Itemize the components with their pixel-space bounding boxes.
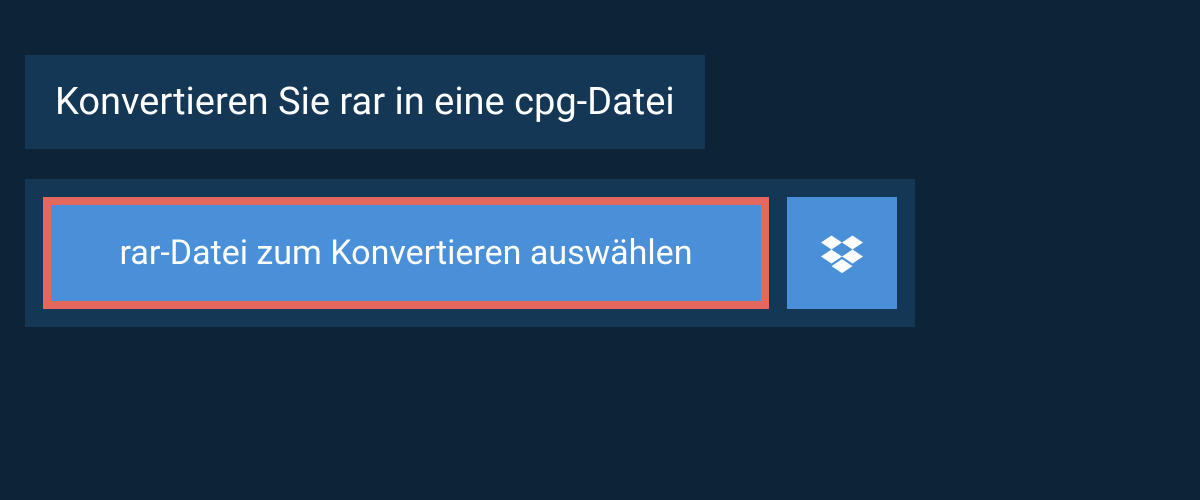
action-panel: rar-Datei zum Konvertieren auswählen xyxy=(25,179,915,327)
dropbox-icon xyxy=(821,232,863,274)
header-bar: Konvertieren Sie rar in eine cpg-Datei xyxy=(25,55,705,149)
select-file-button[interactable]: rar-Datei zum Konvertieren auswählen xyxy=(43,197,769,309)
page-title: Konvertieren Sie rar in eine cpg-Datei xyxy=(55,80,675,124)
dropbox-button[interactable] xyxy=(787,197,897,309)
